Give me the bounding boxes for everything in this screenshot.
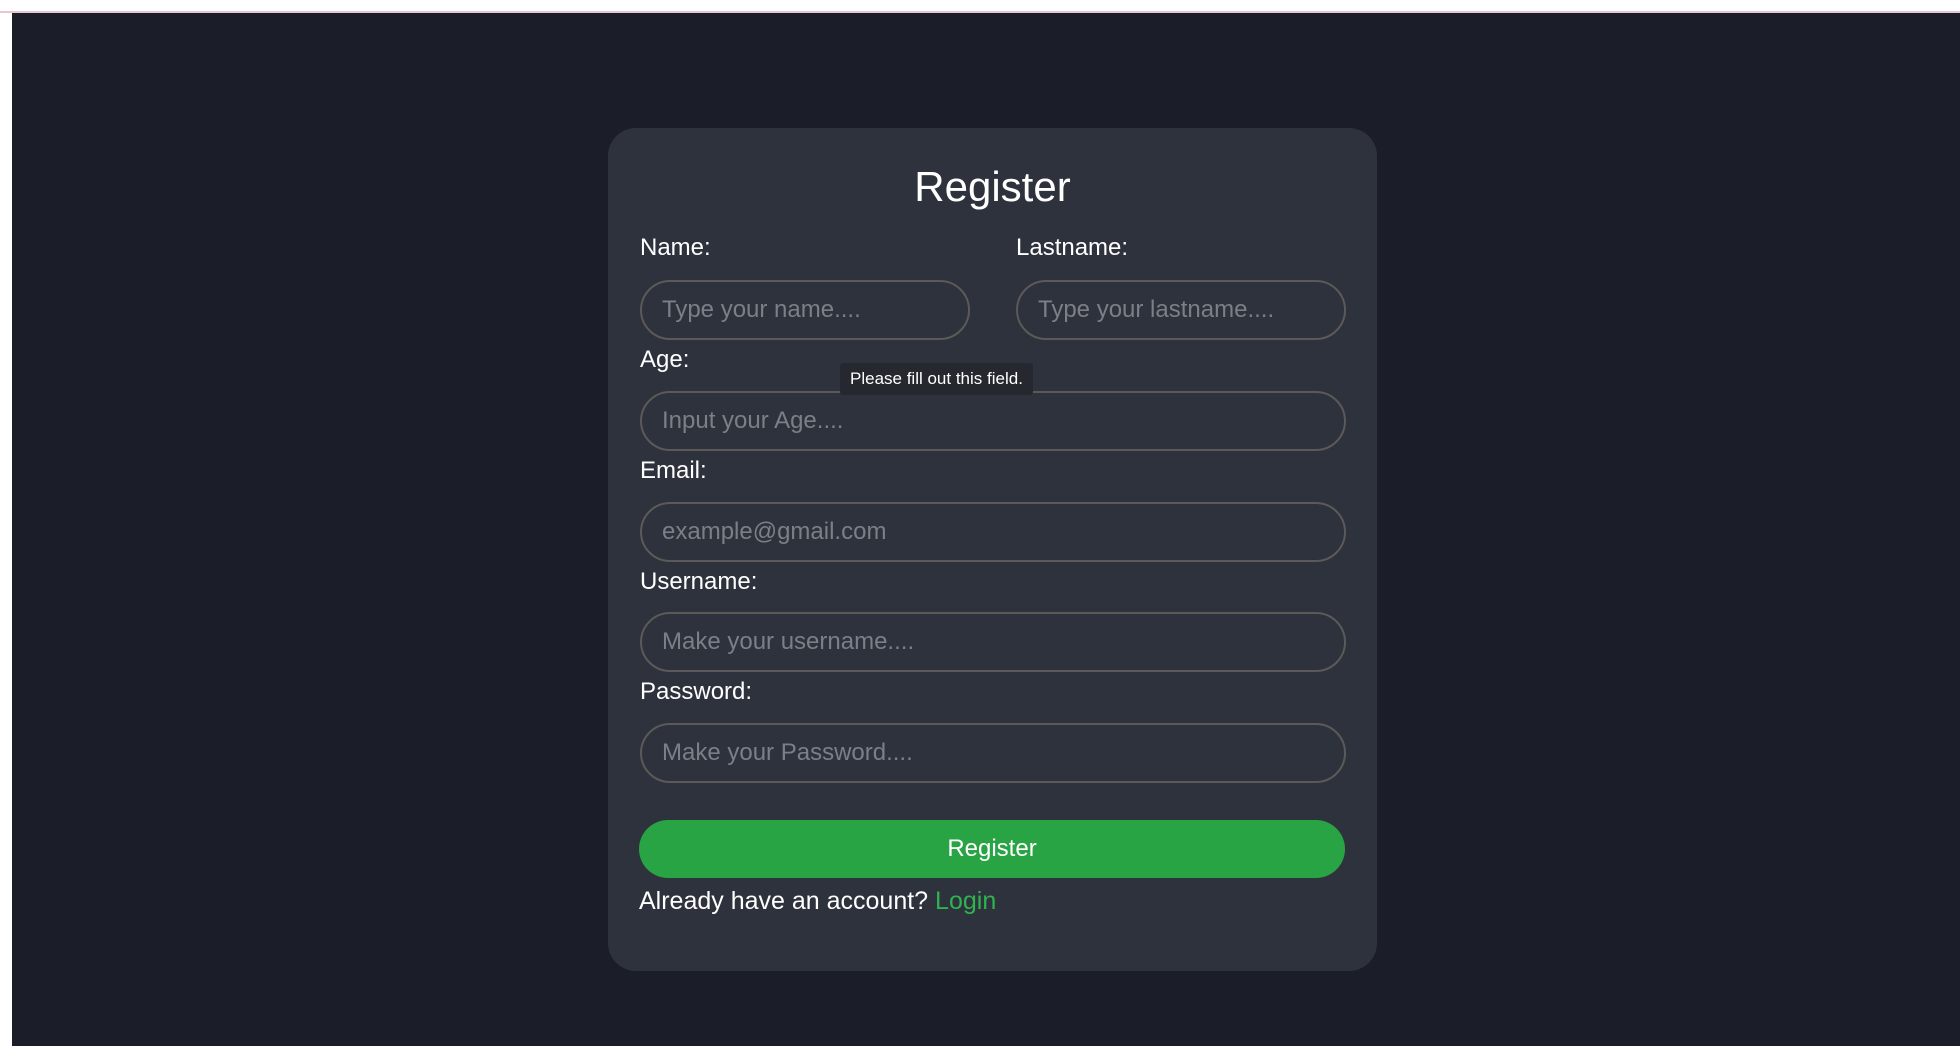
top-border-line bbox=[0, 11, 1960, 13]
login-prompt-text: Already have an account? bbox=[639, 887, 929, 915]
age-input[interactable] bbox=[640, 391, 1346, 451]
email-input[interactable] bbox=[640, 502, 1346, 562]
name-input[interactable] bbox=[640, 280, 970, 340]
window-edge bbox=[0, 0, 12, 1046]
register-card: Register Name: Lastname: Age: Please fil… bbox=[608, 128, 1377, 971]
login-link[interactable]: Login bbox=[935, 887, 996, 915]
email-label: Email: bbox=[640, 457, 707, 484]
age-label: Age: bbox=[640, 346, 690, 373]
password-label: Password: bbox=[640, 678, 753, 705]
username-label: Username: bbox=[640, 568, 758, 595]
lastname-input[interactable] bbox=[1016, 280, 1346, 340]
register-button[interactable]: Register bbox=[639, 820, 1345, 878]
password-input[interactable] bbox=[640, 723, 1346, 783]
page-title: Register bbox=[914, 163, 1071, 210]
lastname-label: Lastname: bbox=[1016, 234, 1129, 261]
username-input[interactable] bbox=[640, 612, 1346, 672]
login-prompt: Already have an account? Login bbox=[639, 885, 996, 918]
name-label: Name: bbox=[640, 234, 711, 261]
validation-tooltip: Please fill out this field. bbox=[840, 363, 1033, 396]
